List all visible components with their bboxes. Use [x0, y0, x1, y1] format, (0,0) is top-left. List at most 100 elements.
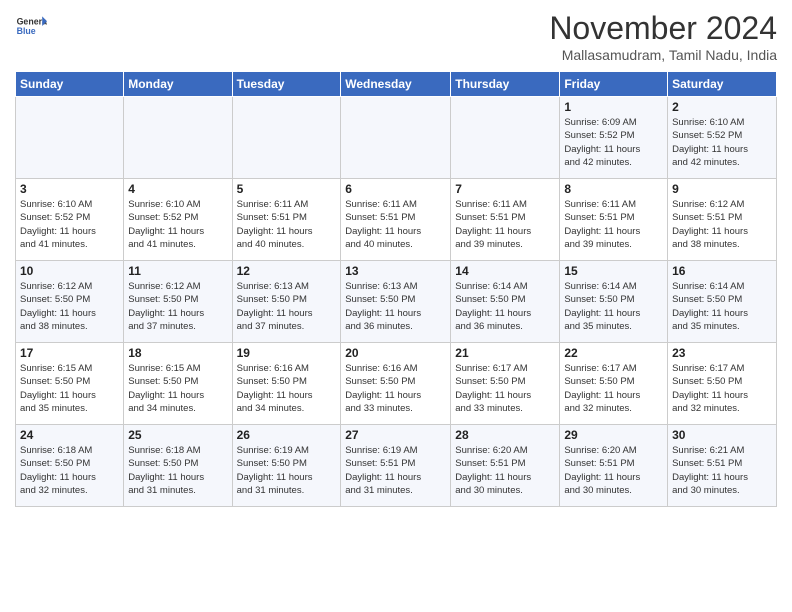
day-info: Sunrise: 6:20 AM Sunset: 5:51 PM Dayligh…	[455, 444, 555, 497]
day-number: 15	[564, 264, 663, 278]
day-info: Sunrise: 6:11 AM Sunset: 5:51 PM Dayligh…	[564, 198, 663, 251]
day-info: Sunrise: 6:17 AM Sunset: 5:50 PM Dayligh…	[672, 362, 772, 415]
calendar-day-cell: 27 Sunrise: 6:19 AM Sunset: 5:51 PM Dayli…	[341, 425, 451, 507]
calendar-week-row: 24 Sunrise: 6:18 AM Sunset: 5:50 PM Dayli…	[16, 425, 777, 507]
day-number: 24	[20, 428, 119, 442]
calendar-day-cell: 20 Sunrise: 6:16 AM Sunset: 5:50 PM Dayli…	[341, 343, 451, 425]
calendar-day-cell: 21 Sunrise: 6:17 AM Sunset: 5:50 PM Dayli…	[451, 343, 560, 425]
calendar-day-cell: 14 Sunrise: 6:14 AM Sunset: 5:50 PM Dayli…	[451, 261, 560, 343]
calendar-day-cell: 5 Sunrise: 6:11 AM Sunset: 5:51 PM Daylig…	[232, 179, 341, 261]
day-info: Sunrise: 6:10 AM Sunset: 5:52 PM Dayligh…	[20, 198, 119, 251]
day-info: Sunrise: 6:21 AM Sunset: 5:51 PM Dayligh…	[672, 444, 772, 497]
month-year: November 2024	[549, 10, 777, 47]
day-number: 6	[345, 182, 446, 196]
calendar-week-row: 17Sunrise: 6:15 AM Sunset: 5:50 PM Dayli…	[16, 343, 777, 425]
day-info: Sunrise: 6:15 AM Sunset: 5:50 PM Dayligh…	[20, 362, 119, 415]
day-number: 19	[237, 346, 337, 360]
day-info: Sunrise: 6:18 AM Sunset: 5:50 PM Dayligh…	[128, 444, 227, 497]
calendar-day-cell: 6 Sunrise: 6:11 AM Sunset: 5:51 PM Daylig…	[341, 179, 451, 261]
calendar-day-cell: 25Sunrise: 6:18 AM Sunset: 5:50 PM Dayli…	[124, 425, 232, 507]
day-info: Sunrise: 6:19 AM Sunset: 5:51 PM Dayligh…	[345, 444, 446, 497]
svg-text:Blue: Blue	[17, 26, 36, 36]
calendar-table: SundayMondayTuesdayWednesdayThursdayFrid…	[15, 71, 777, 507]
calendar-day-cell: 19 Sunrise: 6:16 AM Sunset: 5:50 PM Dayli…	[232, 343, 341, 425]
calendar-day-cell: 13 Sunrise: 6:13 AM Sunset: 5:50 PM Dayli…	[341, 261, 451, 343]
day-number: 7	[455, 182, 555, 196]
calendar-day-cell: 10Sunrise: 6:12 AM Sunset: 5:50 PM Dayli…	[16, 261, 124, 343]
calendar-week-row: 10 Sunrise: 6:12 AM Sunset: 5:50 PM Dayli…	[16, 261, 777, 343]
day-number: 13	[345, 264, 446, 278]
day-number: 14	[455, 264, 555, 278]
calendar-day-cell: 26 Sunrise: 6:19 AM Sunset: 5:50 PM Dayli…	[232, 425, 341, 507]
calendar-day-cell: 1 Sunrise: 6:09 AM Sunset: 5:52 PM Daylig…	[560, 97, 668, 179]
logo-icon: General Blue	[15, 10, 47, 42]
day-number: 2	[672, 100, 772, 114]
day-info: Sunrise: 6:11 AM Sunset: 5:51 PM Dayligh…	[455, 198, 555, 251]
logo: General Blue	[15, 10, 47, 42]
day-info: Sunrise: 6:16 AM Sunset: 5:50 PM Dayligh…	[345, 362, 446, 415]
weekday-header: Saturday	[668, 72, 777, 97]
day-number: 16	[672, 264, 772, 278]
day-info: Sunrise: 6:16 AM Sunset: 5:50 PM Dayligh…	[237, 362, 337, 415]
calendar-day-cell: 18 Sunrise: 6:15 AM Sunset: 5:50 PM Dayli…	[124, 343, 232, 425]
day-number: 20	[345, 346, 446, 360]
day-info: Sunrise: 6:11 AM Sunset: 5:51 PM Dayligh…	[237, 198, 337, 251]
day-number: 10	[20, 264, 119, 278]
calendar-day-cell: 22Sunrise: 6:17 AM Sunset: 5:50 PM Dayli…	[560, 343, 668, 425]
day-info: Sunrise: 6:12 AM Sunset: 5:51 PM Dayligh…	[672, 198, 772, 251]
location: Mallasamudram, Tamil Nadu, India	[549, 47, 777, 63]
day-number: 1	[564, 100, 663, 114]
calendar-day-cell	[341, 97, 451, 179]
calendar-day-cell: 4Sunrise: 6:10 AM Sunset: 5:52 PM Daylig…	[124, 179, 232, 261]
calendar-day-cell	[16, 97, 124, 179]
day-info: Sunrise: 6:12 AM Sunset: 5:50 PM Dayligh…	[128, 280, 227, 333]
day-number: 9	[672, 182, 772, 196]
day-info: Sunrise: 6:10 AM Sunset: 5:52 PM Dayligh…	[128, 198, 227, 251]
day-info: Sunrise: 6:14 AM Sunset: 5:50 PM Dayligh…	[564, 280, 663, 333]
day-number: 27	[345, 428, 446, 442]
calendar-day-cell: 3 Sunrise: 6:10 AM Sunset: 5:52 PM Daylig…	[16, 179, 124, 261]
calendar-day-cell: 17Sunrise: 6:15 AM Sunset: 5:50 PM Dayli…	[16, 343, 124, 425]
day-number: 5	[237, 182, 337, 196]
calendar-day-cell: 23Sunrise: 6:17 AM Sunset: 5:50 PM Dayli…	[668, 343, 777, 425]
day-info: Sunrise: 6:10 AM Sunset: 5:52 PM Dayligh…	[672, 116, 772, 169]
calendar-day-cell: 24 Sunrise: 6:18 AM Sunset: 5:50 PM Dayli…	[16, 425, 124, 507]
day-info: Sunrise: 6:11 AM Sunset: 5:51 PM Dayligh…	[345, 198, 446, 251]
day-number: 3	[20, 182, 119, 196]
day-info: Sunrise: 6:13 AM Sunset: 5:50 PM Dayligh…	[345, 280, 446, 333]
calendar-day-cell: 30 Sunrise: 6:21 AM Sunset: 5:51 PM Dayli…	[668, 425, 777, 507]
day-info: Sunrise: 6:09 AM Sunset: 5:52 PM Dayligh…	[564, 116, 663, 169]
day-info: Sunrise: 6:15 AM Sunset: 5:50 PM Dayligh…	[128, 362, 227, 415]
page-header: General Blue November 2024 Mallasamudram…	[15, 10, 777, 63]
calendar-day-cell	[451, 97, 560, 179]
weekday-header: Sunday	[16, 72, 124, 97]
day-number: 22	[564, 346, 663, 360]
day-number: 11	[128, 264, 227, 278]
calendar-day-cell	[124, 97, 232, 179]
day-number: 30	[672, 428, 772, 442]
calendar-day-cell: 2 Sunrise: 6:10 AM Sunset: 5:52 PM Daylig…	[668, 97, 777, 179]
day-number: 29	[564, 428, 663, 442]
calendar-day-cell: 15 Sunrise: 6:14 AM Sunset: 5:50 PM Dayli…	[560, 261, 668, 343]
calendar-day-cell	[232, 97, 341, 179]
calendar-day-cell: 11 Sunrise: 6:12 AM Sunset: 5:50 PM Dayli…	[124, 261, 232, 343]
day-info: Sunrise: 6:17 AM Sunset: 5:50 PM Dayligh…	[455, 362, 555, 415]
calendar-day-cell: 16 Sunrise: 6:14 AM Sunset: 5:50 PM Dayli…	[668, 261, 777, 343]
day-info: Sunrise: 6:18 AM Sunset: 5:50 PM Dayligh…	[20, 444, 119, 497]
calendar-day-cell: 8Sunrise: 6:11 AM Sunset: 5:51 PM Daylig…	[560, 179, 668, 261]
calendar-day-cell: 12Sunrise: 6:13 AM Sunset: 5:50 PM Dayli…	[232, 261, 341, 343]
title-block: November 2024 Mallasamudram, Tamil Nadu,…	[549, 10, 777, 63]
day-number: 28	[455, 428, 555, 442]
calendar-day-cell: 7 Sunrise: 6:11 AM Sunset: 5:51 PM Daylig…	[451, 179, 560, 261]
day-info: Sunrise: 6:14 AM Sunset: 5:50 PM Dayligh…	[455, 280, 555, 333]
day-info: Sunrise: 6:14 AM Sunset: 5:50 PM Dayligh…	[672, 280, 772, 333]
day-info: Sunrise: 6:20 AM Sunset: 5:51 PM Dayligh…	[564, 444, 663, 497]
day-number: 21	[455, 346, 555, 360]
calendar-header-row: SundayMondayTuesdayWednesdayThursdayFrid…	[16, 72, 777, 97]
weekday-header: Thursday	[451, 72, 560, 97]
day-number: 26	[237, 428, 337, 442]
calendar-day-cell: 28 Sunrise: 6:20 AM Sunset: 5:51 PM Dayli…	[451, 425, 560, 507]
day-info: Sunrise: 6:19 AM Sunset: 5:50 PM Dayligh…	[237, 444, 337, 497]
day-number: 18	[128, 346, 227, 360]
weekday-header: Friday	[560, 72, 668, 97]
